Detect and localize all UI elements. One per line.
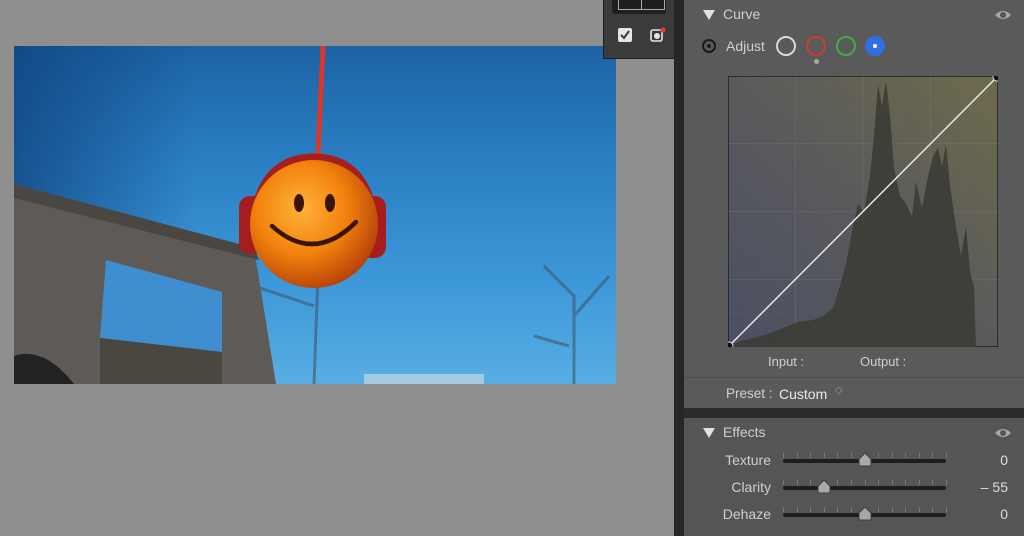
slider-tick — [932, 480, 933, 485]
target-adjust-icon[interactable] — [702, 39, 716, 53]
photo-image — [14, 46, 616, 384]
slider-tick — [837, 480, 838, 485]
checkbox-icon[interactable] — [618, 28, 632, 42]
preset-select[interactable]: Custom — [779, 386, 827, 402]
slider-tick — [810, 507, 811, 512]
eye-icon[interactable] — [994, 9, 1012, 21]
slider-tick — [946, 480, 947, 485]
channel-blue-button[interactable] — [865, 36, 885, 56]
slider-tick — [892, 453, 893, 458]
slider-label: Texture — [725, 452, 771, 468]
effects-section: Effects Texture 0 Clarity – 55 Dehaze 0 — [684, 418, 1024, 536]
preset-label: Preset : — [726, 386, 773, 401]
channel-luminance-button[interactable] — [776, 36, 796, 56]
slider-tick — [824, 453, 825, 458]
adjust-row: Adjust — [684, 34, 1024, 60]
slider-tick — [946, 507, 947, 512]
eye-icon[interactable] — [994, 427, 1012, 439]
slider-value[interactable]: 0 — [1000, 452, 1008, 468]
preset-row[interactable]: Preset : Custom ◇ — [684, 384, 1024, 406]
section-divider — [684, 408, 1024, 418]
slider-label: Dehaze — [722, 506, 771, 522]
slider-tick — [905, 480, 906, 485]
slider-tick — [878, 507, 879, 512]
slider-tick — [892, 480, 893, 485]
slider-tick — [932, 507, 933, 512]
effects-title: Effects — [723, 424, 766, 440]
curve-header[interactable]: Curve — [684, 0, 1024, 30]
slider-thumb-shape[interactable] — [858, 506, 872, 521]
view-toolbar — [603, 0, 675, 59]
panel-divider[interactable] — [674, 0, 684, 536]
slider-tick — [919, 507, 920, 512]
slider-tick — [783, 507, 784, 512]
curve-title: Curve — [723, 6, 761, 22]
slider-thumb-shape[interactable] — [858, 452, 872, 467]
input-label: Input : — [768, 354, 805, 369]
slider-tick — [837, 507, 838, 512]
slider-thumb-shape[interactable] — [817, 479, 831, 494]
tone-curve-graph[interactable] — [728, 76, 998, 347]
slider-tick — [783, 453, 784, 458]
preset-chevron-icon[interactable]: ◇ — [835, 386, 843, 396]
slider-tick — [919, 453, 920, 458]
compare-view-button[interactable] — [612, 0, 666, 14]
disclosure-triangle-icon[interactable] — [703, 428, 715, 438]
slider-tick — [878, 453, 879, 458]
slider-texture: Texture 0 — [684, 449, 1024, 471]
slider-tick — [797, 480, 798, 485]
slider-tick — [946, 453, 947, 458]
slider-value[interactable]: – 55 — [981, 479, 1008, 495]
slider-tick — [837, 453, 838, 458]
slider-dehaze: Dehaze 0 — [684, 503, 1024, 525]
slider-tick — [851, 507, 852, 512]
slider-tick — [810, 480, 811, 485]
slider-tick — [905, 453, 906, 458]
curve-section: Curve Adjust Input: Output: Preset: C… — [684, 0, 1024, 408]
slider-tick — [878, 480, 879, 485]
slider-track[interactable] — [783, 486, 946, 490]
divider — [684, 377, 1024, 378]
slider-clarity: Clarity – 55 — [684, 476, 1024, 498]
slider-tick — [851, 480, 852, 485]
slider-tick — [865, 480, 866, 485]
mask-overlay-icon[interactable] — [650, 27, 666, 43]
slider-tick — [919, 480, 920, 485]
channel-selected-dot — [873, 44, 877, 48]
slider-tick — [892, 507, 893, 512]
slider-tick — [783, 480, 784, 485]
photo-canvas[interactable] — [0, 0, 675, 536]
disclosure-triangle-icon[interactable] — [703, 10, 715, 20]
slider-tick — [932, 453, 933, 458]
output-label: Output : — [860, 354, 907, 369]
input-output-row: Input : Output : — [684, 354, 1024, 372]
channel-red-button[interactable] — [806, 36, 826, 56]
slider-tick — [797, 507, 798, 512]
channel-indicator-dot — [814, 59, 819, 64]
effects-header[interactable]: Effects — [684, 418, 1024, 448]
slider-value[interactable]: 0 — [1000, 506, 1008, 522]
slider-tick — [797, 453, 798, 458]
slider-tick — [851, 453, 852, 458]
adjust-label: Adjust — [726, 38, 765, 54]
slider-label: Clarity — [731, 479, 771, 495]
photo-preview[interactable] — [14, 46, 616, 384]
slider-tick — [824, 507, 825, 512]
channel-green-button[interactable] — [836, 36, 856, 56]
develop-panel: Curve Adjust Input: Output: Preset: C… — [684, 0, 1024, 536]
slider-tick — [810, 453, 811, 458]
slider-tick — [905, 507, 906, 512]
